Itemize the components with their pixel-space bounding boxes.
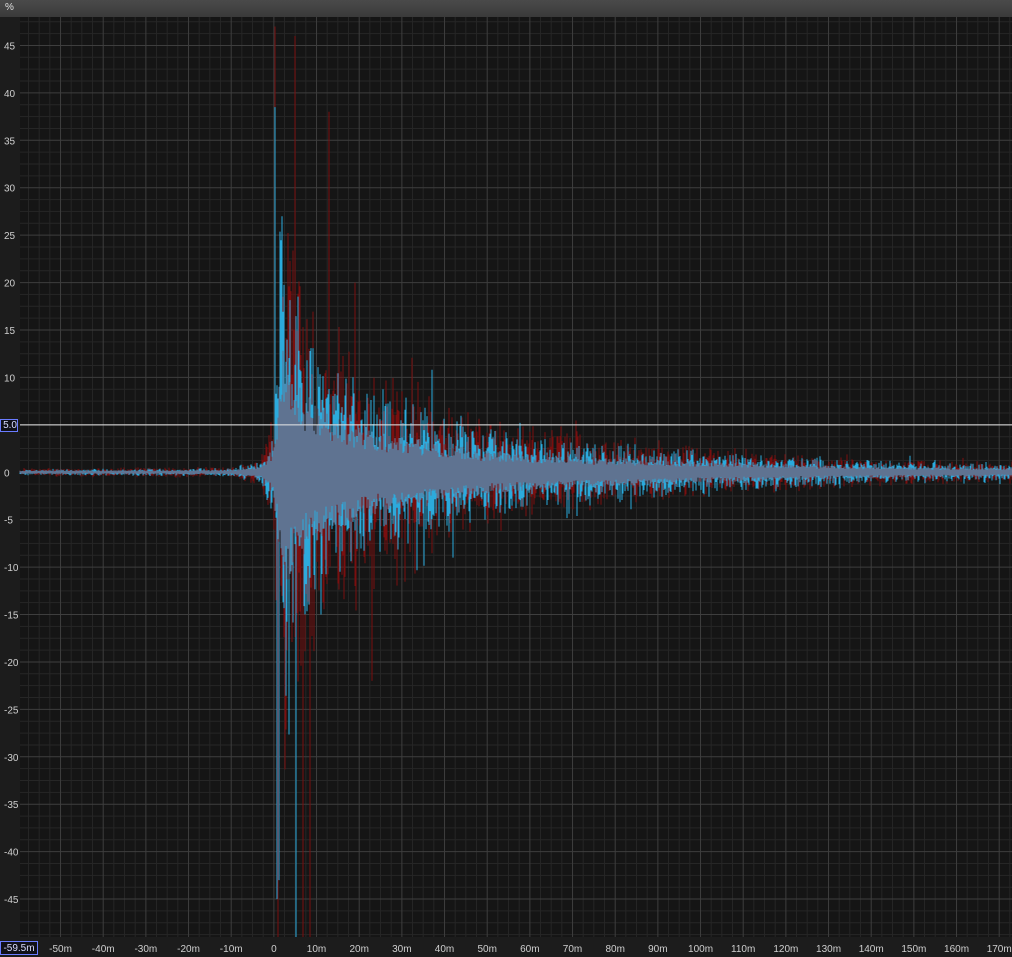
y-tick-label: -15 [4, 611, 19, 622]
x-tick-label: 100m [688, 944, 713, 955]
x-tick-label: -10m [220, 944, 243, 955]
x-tick-label: 120m [773, 944, 798, 955]
y-tick-label: -30 [4, 753, 19, 764]
y-tick-label: 10 [4, 373, 16, 384]
x-tick-label: 150m [901, 944, 926, 955]
y-tick-label: -25 [4, 705, 19, 716]
x-tick-label: -20m [177, 944, 200, 955]
x-tick-label: -50m [49, 944, 72, 955]
x-tick-label: 40m [435, 944, 454, 955]
x-tick-label: 140m [859, 944, 884, 955]
x-tick-label: 0 [271, 944, 277, 955]
y-tick-label: -20 [4, 658, 19, 669]
cursor-y-readout: 5.0 [0, 419, 18, 432]
y-tick-label: 45 [4, 41, 16, 52]
impulse-response-view: % 45 40 35 30 25 20 15 10 0 -5 -10 -15 -20 -25 -30 -35-… [0, 0, 1012, 957]
x-tick-label: 70m [563, 944, 582, 955]
x-axis-ticks: -50m -40m -30m -20m -10m 0 10m 20m 30m 40m 50m 60m 7… [0, 937, 1012, 957]
y-tick-label: -45 [4, 895, 19, 906]
x-tick-label: 20m [349, 944, 368, 955]
x-tick-label: 50m [477, 944, 496, 955]
y-tick-label: 15 [4, 326, 16, 337]
x-tick-label: 90m [648, 944, 667, 955]
y-tick-label: 0 [4, 468, 10, 479]
x-tick-label: 60m [520, 944, 539, 955]
y-tick-label: -35 [4, 800, 19, 811]
x-tick-label: 80m [605, 944, 624, 955]
y-tick-label: 30 [4, 184, 16, 195]
x-tick-label: 10m [307, 944, 326, 955]
cursor-x-readout: -59.5m [0, 941, 38, 955]
y-tick-label: 20 [4, 279, 16, 290]
y-tick-label: 25 [4, 231, 16, 242]
y-axis-strip [0, 17, 20, 957]
x-tick-label: 110m [731, 944, 755, 955]
y-tick-label: -40 [4, 848, 19, 859]
waveform-chart[interactable]: 45 40 35 30 25 20 15 10 0 -5 -10 -15 -20 -25 -30 -35 -40… [0, 0, 1012, 957]
x-tick-label: 170m [987, 944, 1012, 955]
y-tick-label: 40 [4, 89, 16, 100]
y-tick-label: -10 [4, 563, 19, 574]
x-tick-label: 130m [816, 944, 841, 955]
x-tick-label: -30m [134, 944, 157, 955]
x-tick-label: -40m [92, 944, 115, 955]
x-tick-label: 30m [392, 944, 411, 955]
y-tick-label: 35 [4, 136, 16, 147]
x-tick-label: 160m [944, 944, 969, 955]
y-tick-label: -5 [4, 516, 13, 527]
